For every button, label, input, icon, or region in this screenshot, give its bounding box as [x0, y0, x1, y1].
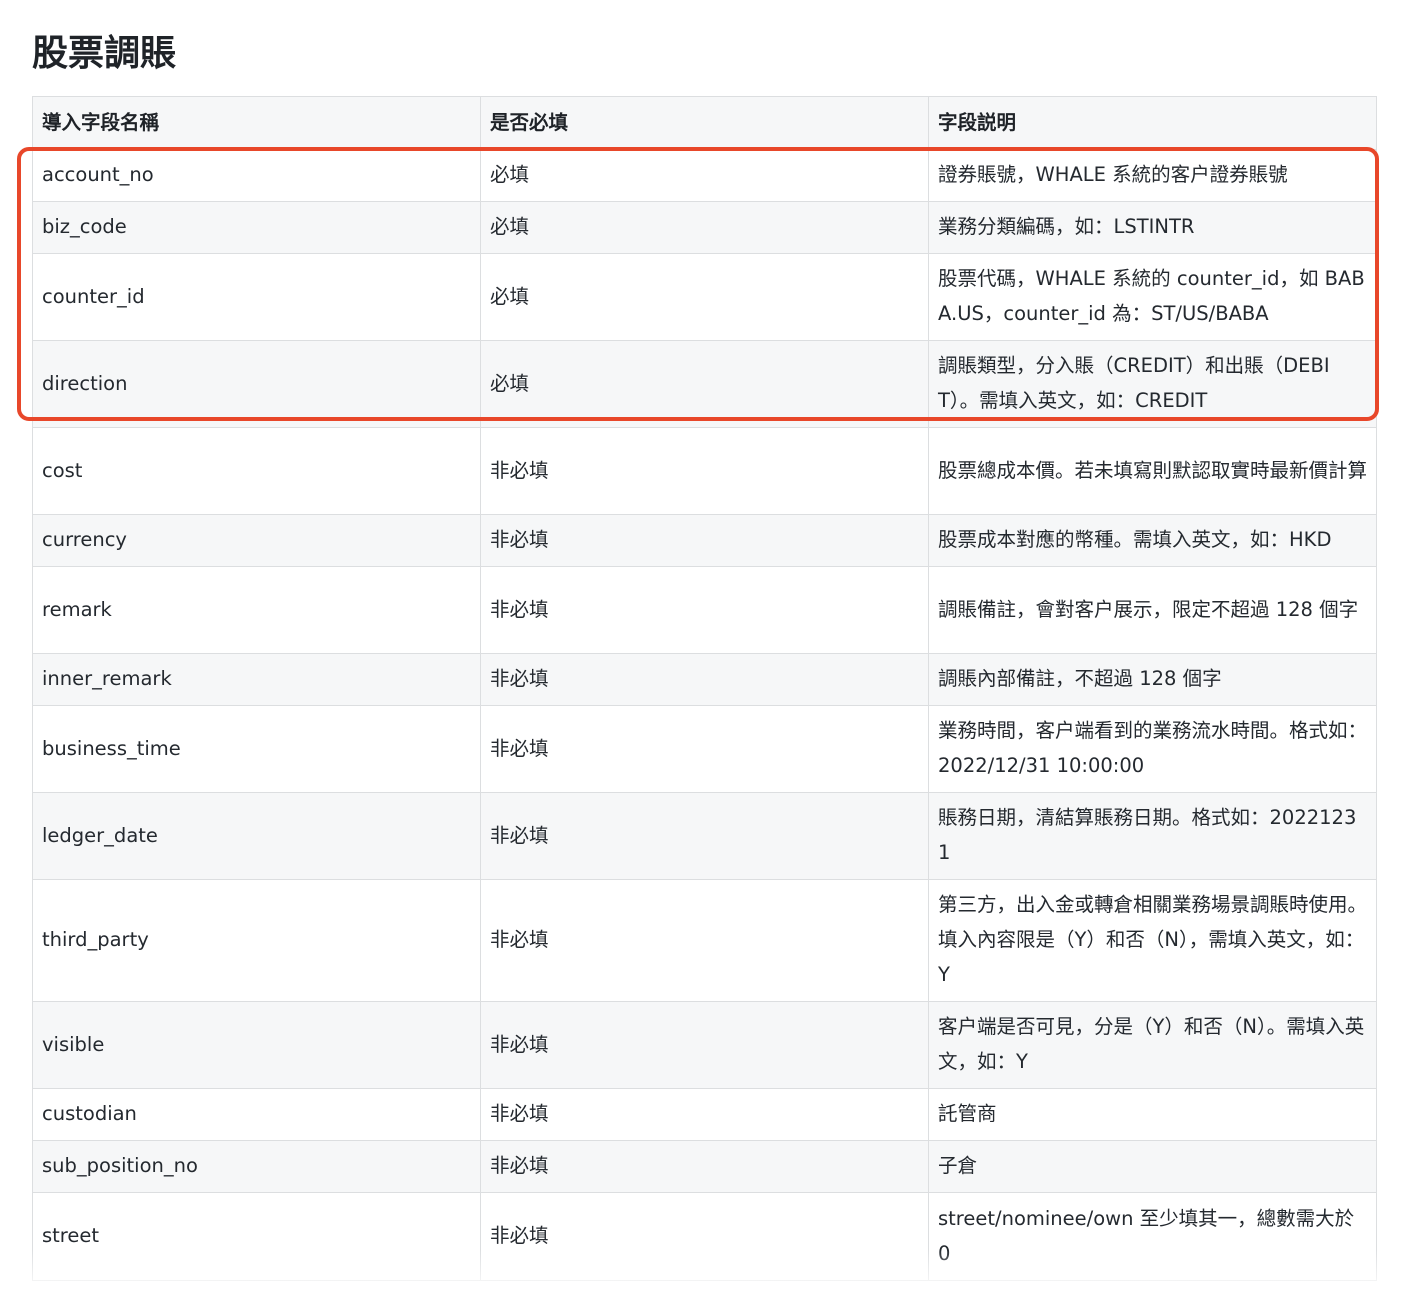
field-name-cell: direction	[32, 340, 481, 428]
field-name-cell: third_party	[32, 879, 481, 1002]
field-name-cell: street	[32, 1192, 481, 1281]
table-row: street 非必填 street/nominee/own 至少填其一，總數需大…	[32, 1192, 1377, 1281]
required-cell: 非必填	[480, 1192, 929, 1281]
description-cell: 第三方，出入金或轉倉相關業務場景調賬時使用。填入內容限是（Y）和否（N），需填入…	[928, 879, 1377, 1002]
required-cell: 非必填	[480, 1140, 929, 1193]
table-row: direction 必填 調賬類型，分入賬（CREDIT）和出賬（DEBIT）。…	[32, 340, 1377, 428]
field-name-cell: remark	[32, 566, 481, 654]
table-row: custodian 非必填 託管商	[32, 1088, 1377, 1141]
field-name-cell: account_no	[32, 149, 481, 202]
field-table: 導入字段名稱 是否必填 字段説明 account_no 必填 證券賬號，WHAL…	[32, 96, 1377, 1281]
required-cell: 非必填	[480, 566, 929, 654]
field-name-cell: counter_id	[32, 253, 481, 341]
required-cell: 非必填	[480, 792, 929, 880]
description-cell: 業務分類編碼，如：LSTINTR	[928, 201, 1377, 254]
header-required: 是否必填	[480, 96, 929, 150]
required-cell: 非必填	[480, 1001, 929, 1089]
field-name-cell: currency	[32, 514, 481, 567]
description-cell: 業務時間，客户端看到的業務流水時間。格式如：2022/12/31 10:00:0…	[928, 705, 1377, 793]
table-row: biz_code 必填 業務分類編碼，如：LSTINTR	[32, 201, 1377, 254]
required-cell: 非必填	[480, 653, 929, 706]
table-row: account_no 必填 證券賬號，WHALE 系統的客户證券賬號	[32, 149, 1377, 202]
required-cell: 必填	[480, 149, 929, 202]
description-cell: 客户端是否可見，分是（Y）和否（N）。需填入英文，如：Y	[928, 1001, 1377, 1089]
required-cell: 非必填	[480, 1088, 929, 1141]
table-row: currency 非必填 股票成本對應的幣種。需填入英文，如：HKD	[32, 514, 1377, 567]
table-header-row: 導入字段名稱 是否必填 字段説明	[32, 96, 1377, 150]
description-cell: 託管商	[928, 1088, 1377, 1141]
table-row: inner_remark 非必填 調賬內部備註，不超過 128 個字	[32, 653, 1377, 706]
field-name-cell: business_time	[32, 705, 481, 793]
description-cell: 股票成本對應的幣種。需填入英文，如：HKD	[928, 514, 1377, 567]
field-name-cell: sub_position_no	[32, 1140, 481, 1193]
field-name-cell: custodian	[32, 1088, 481, 1141]
table-row: third_party 非必填 第三方，出入金或轉倉相關業務場景調賬時使用。填入…	[32, 879, 1377, 1002]
table-row: business_time 非必填 業務時間，客户端看到的業務流水時間。格式如：…	[32, 705, 1377, 793]
field-name-cell: cost	[32, 427, 481, 515]
required-cell: 必填	[480, 253, 929, 341]
required-cell: 非必填	[480, 427, 929, 515]
field-name-cell: biz_code	[32, 201, 481, 254]
required-cell: 必填	[480, 201, 929, 254]
description-cell: 賬務日期，清結算賬務日期。格式如：20221231	[928, 792, 1377, 880]
description-cell: 子倉	[928, 1140, 1377, 1193]
table-row: cost 非必填 股票總成本價。若未填寫則默認取實時最新價計算	[32, 427, 1377, 515]
header-field-name: 導入字段名稱	[32, 96, 481, 150]
required-cell: 必填	[480, 340, 929, 428]
table-row: visible 非必填 客户端是否可見，分是（Y）和否（N）。需填入英文，如：Y	[32, 1001, 1377, 1089]
description-cell: 股票代碼，WHALE 系統的 counter_id，如 BABA.US，coun…	[928, 253, 1377, 341]
description-cell: 調賬類型，分入賬（CREDIT）和出賬（DEBIT）。需填入英文，如：CREDI…	[928, 340, 1377, 428]
required-cell: 非必填	[480, 879, 929, 1002]
table-row: counter_id 必填 股票代碼，WHALE 系統的 counter_id，…	[32, 253, 1377, 341]
description-cell: 調賬內部備註，不超過 128 個字	[928, 653, 1377, 706]
required-cell: 非必填	[480, 705, 929, 793]
description-cell: 證券賬號，WHALE 系統的客户證券賬號	[928, 149, 1377, 202]
description-cell: 股票總成本價。若未填寫則默認取實時最新價計算	[928, 427, 1377, 515]
table-row: ledger_date 非必填 賬務日期，清結算賬務日期。格式如：2022123…	[32, 792, 1377, 880]
description-cell: street/nominee/own 至少填其一，總數需大於 0	[928, 1192, 1377, 1281]
field-name-cell: ledger_date	[32, 792, 481, 880]
field-name-cell: visible	[32, 1001, 481, 1089]
description-cell: 調賬備註，會對客户展示，限定不超過 128 個字	[928, 566, 1377, 654]
header-description: 字段説明	[928, 96, 1377, 150]
page-title: 股票調賬	[32, 33, 177, 74]
table-row: sub_position_no 非必填 子倉	[32, 1140, 1377, 1193]
field-name-cell: inner_remark	[32, 653, 481, 706]
required-cell: 非必填	[480, 514, 929, 567]
table-row: remark 非必填 調賬備註，會對客户展示，限定不超過 128 個字	[32, 566, 1377, 654]
